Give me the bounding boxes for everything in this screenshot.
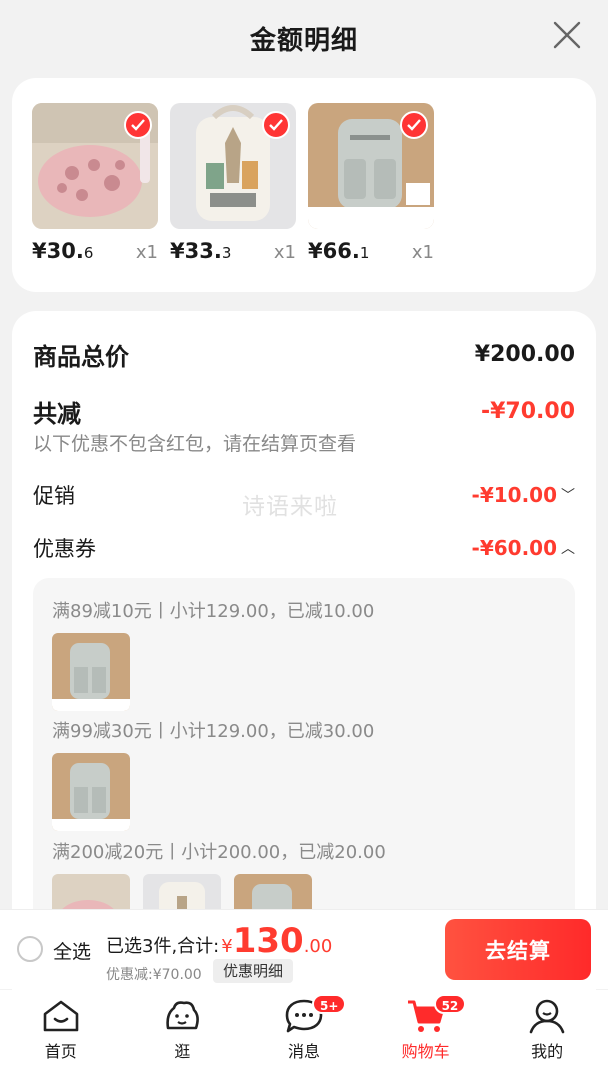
coupon-rule: 满89减10元丨小计129.00，已减10.00 (52, 601, 375, 622)
tab-profile[interactable]: 我的 (497, 990, 597, 1072)
product-price: ¥30.6 (32, 239, 94, 263)
product-item[interactable]: ¥33.3 x1 (170, 103, 296, 263)
product-item[interactable]: ¥66.1 x1 (308, 103, 434, 263)
discount-row: 共减 -¥70.00 (33, 394, 575, 429)
selected-check-icon[interactable] (124, 111, 152, 139)
promo-value: -¥10.00 ﹀ (471, 483, 575, 507)
promo-row[interactable]: 促销 -¥10.00 ﹀ (33, 480, 575, 510)
message-badge: 5+ (311, 994, 347, 1014)
product-quantity: x1 (411, 242, 434, 263)
coupon-label: 优惠券 (33, 537, 96, 561)
total-decimal: .00 (303, 936, 333, 957)
discount-detail-button[interactable]: 优惠明细 (213, 959, 294, 983)
product-thumbnail[interactable] (308, 103, 434, 229)
total-amount: 130 (232, 921, 304, 961)
checkout-bar: 全选 已选3件,合计: ¥ 130 .00 优惠减:¥70.00 优惠明细 去结… (0, 909, 608, 989)
tab-explore[interactable]: 逛 (132, 990, 232, 1072)
discount-summary: 优惠减:¥70.00 (106, 967, 202, 983)
coupon-row[interactable]: 优惠券 -¥60.00 ︿ (33, 533, 575, 563)
tab-label: 首页 (44, 1042, 77, 1061)
order-summary: 已选3件,合计: ¥ 130 .00 (106, 924, 332, 958)
goods-total-row: 商品总价 ¥200.00 (33, 337, 575, 372)
product-quantity: x1 (273, 242, 296, 263)
tab-label: 消息 (287, 1042, 320, 1061)
tab-cart[interactable]: 52 购物车 (376, 990, 476, 1072)
explore-icon (166, 1001, 200, 1030)
discount-label: 共减 (33, 400, 81, 428)
profile-icon (529, 999, 565, 1034)
select-all-radio[interactable] (17, 936, 43, 962)
goods-total-label: 商品总价 (33, 343, 129, 371)
tab-label: 我的 (531, 1042, 564, 1061)
select-all-label[interactable]: 全选 (53, 937, 91, 964)
product-price: ¥33.3 (170, 239, 232, 263)
product-price: ¥66.1 (308, 239, 370, 263)
product-item[interactable]: ¥30.6 x1 (32, 103, 158, 263)
discount-note: 以下优惠不包含红包，请在结算页查看 (33, 433, 357, 455)
summary-prefix: 已选3件,合计: (106, 936, 220, 957)
page-title: 金额明细 (249, 25, 358, 56)
currency-symbol: ¥ (221, 936, 233, 957)
tab-messages[interactable]: 5+ 消息 (254, 990, 354, 1072)
chevron-down-icon[interactable]: ﹀ (561, 485, 575, 505)
selected-products-card: ¥30.6 x1 ¥33.3 x1 ¥66.1 x1 (12, 78, 596, 292)
tab-label: 购物车 (401, 1042, 450, 1061)
goods-total-value: ¥200.00 (474, 342, 575, 367)
coupon-rule: 满200减20元丨小计200.00，已减20.00 (52, 842, 386, 863)
home-icon (43, 1000, 79, 1032)
coupon-product-thumb[interactable] (52, 633, 130, 711)
checkout-button[interactable]: 去结算 (445, 919, 591, 980)
selected-check-icon[interactable] (400, 111, 428, 139)
discount-value: -¥70.00 (480, 399, 575, 424)
promo-label: 促销 (33, 484, 75, 508)
product-quantity: x1 (135, 242, 158, 263)
tab-label: 逛 (174, 1042, 191, 1061)
coupon-detail-panel: 满89减10元丨小计129.00，已减10.00 满99减30元丨小计129.0… (33, 578, 575, 958)
bottom-tab-bar: 首页 逛 5+ 消息 52 购物车 我的 (0, 990, 608, 1072)
tab-home[interactable]: 首页 (11, 990, 111, 1072)
coupon-rule: 满99减30元丨小计129.00，已减30.00 (52, 721, 375, 742)
product-thumbnail[interactable] (170, 103, 296, 229)
sheet-header: 金额明细 (0, 0, 608, 76)
coupon-value: -¥60.00 ︿ (471, 536, 575, 560)
selected-check-icon[interactable] (262, 111, 290, 139)
chevron-up-icon[interactable]: ︿ (561, 538, 575, 558)
product-thumbnail[interactable] (32, 103, 158, 229)
coupon-product-thumb[interactable] (52, 753, 130, 831)
close-icon[interactable] (550, 18, 584, 52)
cart-badge: 52 (433, 994, 467, 1014)
